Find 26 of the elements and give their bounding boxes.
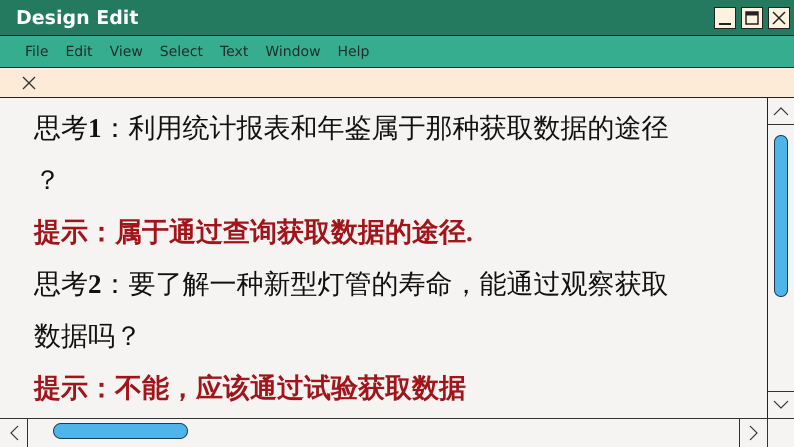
- menu-item[interactable]: Window: [265, 44, 321, 60]
- minimize-icon: [719, 22, 731, 24]
- window-title: Design Edit: [16, 6, 138, 28]
- question-text: 思考1：利用统计报表和年鉴属于那种获取数据的途径？: [34, 112, 670, 197]
- chevron-left-icon: [8, 425, 18, 441]
- menu-item[interactable]: Text: [220, 44, 248, 60]
- maximize-icon: [744, 10, 760, 26]
- chevron-up-icon: [773, 106, 789, 116]
- close-icon[interactable]: [22, 76, 36, 90]
- maximize-button[interactable]: [741, 6, 763, 28]
- menu-item[interactable]: Select: [160, 44, 203, 60]
- minimize-button[interactable]: [714, 6, 736, 28]
- menu-item[interactable]: View: [110, 44, 143, 60]
- menu-item[interactable]: File: [25, 44, 48, 60]
- menu-item[interactable]: Edit: [65, 44, 93, 60]
- scrollbar-thumb[interactable]: [774, 135, 788, 297]
- chevron-down-icon: [773, 400, 789, 410]
- scroll-right-button[interactable]: [739, 419, 768, 447]
- scrollbar-thumb[interactable]: [53, 423, 188, 439]
- close-button[interactable]: [768, 6, 790, 28]
- hint-text: 提示：属于通过查询获取数据的途径.: [34, 216, 474, 249]
- hint-text: 提示：不能，应该通过试验获取数据: [34, 372, 467, 405]
- close-icon: [771, 10, 787, 26]
- menu-item[interactable]: Help: [338, 44, 370, 60]
- chevron-right-icon: [748, 425, 758, 441]
- question-text: 思考2：要了解一种新型灯管的寿命，能通过观察获取数据吗？: [34, 268, 670, 353]
